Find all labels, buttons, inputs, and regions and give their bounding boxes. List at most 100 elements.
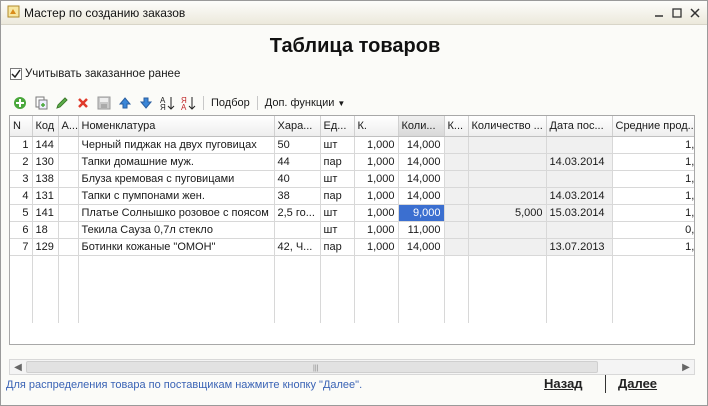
- goods-table[interactable]: N Код А... Номенклатура Хара... Ед... К.…: [9, 115, 695, 345]
- col-header[interactable]: К...: [444, 116, 469, 137]
- cell-a[interactable]: [58, 238, 79, 256]
- cell-a[interactable]: [58, 204, 79, 222]
- cell-qty2[interactable]: [468, 221, 547, 239]
- cell-k2[interactable]: [444, 238, 469, 256]
- cell-date[interactable]: 15.03.2014: [546, 204, 613, 222]
- cell-a[interactable]: [58, 187, 79, 205]
- delete-icon[interactable]: [73, 94, 93, 112]
- scroll-thumb[interactable]: |||: [26, 361, 598, 373]
- cell-char[interactable]: 44: [274, 153, 321, 171]
- cell-qty[interactable]: 14,000: [398, 153, 445, 171]
- cell-k[interactable]: 1,000: [354, 136, 399, 154]
- cell-char[interactable]: 50: [274, 136, 321, 154]
- col-header[interactable]: Код: [32, 116, 59, 137]
- cell-avg[interactable]: 1,00: [612, 238, 694, 256]
- col-header[interactable]: А...: [58, 116, 79, 137]
- cell-n[interactable]: 6: [10, 221, 33, 239]
- table-row[interactable]: 7 129 Ботинки кожаные "ОМОН" 42, Ч... пар 1,0…: [10, 238, 694, 256]
- copy-icon[interactable]: [31, 94, 51, 112]
- cell-date[interactable]: [546, 170, 613, 188]
- cell-k[interactable]: 1,000: [354, 238, 399, 256]
- cell-qty2[interactable]: 5,000: [468, 204, 547, 222]
- cell-date[interactable]: [546, 221, 613, 239]
- cell-char[interactable]: 40: [274, 170, 321, 188]
- checkbox-box[interactable]: [10, 68, 22, 80]
- cell-name[interactable]: Черный пиджак на двух пуговицах: [78, 136, 275, 154]
- cell-n[interactable]: 7: [10, 238, 33, 256]
- cell-unit[interactable]: пар: [320, 187, 355, 205]
- cell-unit[interactable]: шт: [320, 136, 355, 154]
- save-icon[interactable]: [94, 94, 114, 112]
- cell-name[interactable]: Блуза кремовая с пуговицами: [78, 170, 275, 188]
- cell-k2[interactable]: [444, 136, 469, 154]
- cell-name[interactable]: Тапки домашние муж.: [78, 153, 275, 171]
- cell-qty[interactable]: 14,000: [398, 136, 445, 154]
- cell-n[interactable]: 2: [10, 153, 33, 171]
- cell-a[interactable]: [58, 136, 79, 154]
- cell-qty2[interactable]: [468, 170, 547, 188]
- table-row[interactable]: 6 18 Текила Сауза 0,7л стекло шт 1,000 11,000…: [10, 221, 694, 239]
- cell-k2[interactable]: [444, 187, 469, 205]
- cell-date[interactable]: [546, 136, 613, 154]
- cell-qty2[interactable]: [468, 238, 547, 256]
- cell-k2[interactable]: [444, 153, 469, 171]
- cell-qty2[interactable]: [468, 187, 547, 205]
- cell-char[interactable]: 38: [274, 187, 321, 205]
- move-up-icon[interactable]: [115, 94, 135, 112]
- cell-k[interactable]: 1,000: [354, 187, 399, 205]
- cell-n[interactable]: 5: [10, 204, 33, 222]
- table-row[interactable]: 4 131 Тапки с пумпонами жен. 38 пар 1,000 14,0…: [10, 187, 694, 205]
- cell-unit[interactable]: шт: [320, 204, 355, 222]
- sort-asc-icon[interactable]: АЯ: [157, 94, 177, 112]
- col-header[interactable]: Средние прод...: [612, 116, 694, 137]
- cell-code[interactable]: 18: [32, 221, 59, 239]
- sort-desc-icon[interactable]: ЯА: [178, 94, 198, 112]
- cell-k2[interactable]: [444, 204, 469, 222]
- col-header[interactable]: N: [10, 116, 33, 137]
- close-icon[interactable]: [687, 5, 703, 21]
- cell-unit[interactable]: шт: [320, 170, 355, 188]
- col-header[interactable]: К.: [354, 116, 399, 137]
- cell-unit[interactable]: шт: [320, 221, 355, 239]
- table-row[interactable]: 3 138 Блуза кремовая с пуговицами 40 шт 1,000…: [10, 170, 694, 188]
- cell-n[interactable]: 4: [10, 187, 33, 205]
- horizontal-scrollbar[interactable]: ◀ ||| ▶: [9, 359, 695, 375]
- scroll-right-icon[interactable]: ▶: [679, 361, 693, 374]
- cell-k2[interactable]: [444, 221, 469, 239]
- cell-qty2[interactable]: [468, 136, 547, 154]
- cell-char[interactable]: 42, Ч...: [274, 238, 321, 256]
- cell-k[interactable]: 1,000: [354, 204, 399, 222]
- table-row[interactable]: 5 141 Платье Солнышко розовое с поясом 2,5 …: [10, 204, 694, 222]
- cell-code[interactable]: 129: [32, 238, 59, 256]
- cell-a[interactable]: [58, 170, 79, 188]
- cell-n[interactable]: 1: [10, 136, 33, 154]
- cell-date[interactable]: 14.03.2014: [546, 153, 613, 171]
- cell-avg[interactable]: 0,80: [612, 221, 694, 239]
- minimize-icon[interactable]: [651, 5, 667, 21]
- more-functions-button[interactable]: Доп. функции ▼: [262, 97, 349, 109]
- col-header[interactable]: Дата пос...: [546, 116, 613, 137]
- cell-name[interactable]: Тапки с пумпонами жен.: [78, 187, 275, 205]
- col-header[interactable]: Количество ...: [468, 116, 547, 137]
- cell-char[interactable]: [274, 221, 321, 239]
- col-header[interactable]: Номенклатура: [78, 116, 275, 137]
- add-icon[interactable]: [10, 94, 30, 112]
- cell-unit[interactable]: пар: [320, 238, 355, 256]
- scroll-left-icon[interactable]: ◀: [11, 361, 25, 374]
- table-row[interactable]: 1 144 Черный пиджак на двух пуговицах 50 шт 1…: [10, 136, 694, 154]
- cell-unit[interactable]: пар: [320, 153, 355, 171]
- col-header[interactable]: Ед...: [320, 116, 355, 137]
- cell-k[interactable]: 1,000: [354, 153, 399, 171]
- col-header[interactable]: Хара...: [274, 116, 321, 137]
- cell-qty[interactable]: 14,000: [398, 170, 445, 188]
- cell-a[interactable]: [58, 221, 79, 239]
- cell-code[interactable]: 144: [32, 136, 59, 154]
- cell-qty2[interactable]: [468, 153, 547, 171]
- consider-ordered-checkbox[interactable]: Учитывать заказанное ранее: [10, 68, 180, 80]
- cell-avg[interactable]: 1,00: [612, 204, 694, 222]
- next-button[interactable]: Далее: [618, 376, 657, 391]
- pick-button[interactable]: Подбор: [208, 97, 253, 109]
- cell-date[interactable]: 13.07.2013: [546, 238, 613, 256]
- cell-code[interactable]: 130: [32, 153, 59, 171]
- cell-code[interactable]: 141: [32, 204, 59, 222]
